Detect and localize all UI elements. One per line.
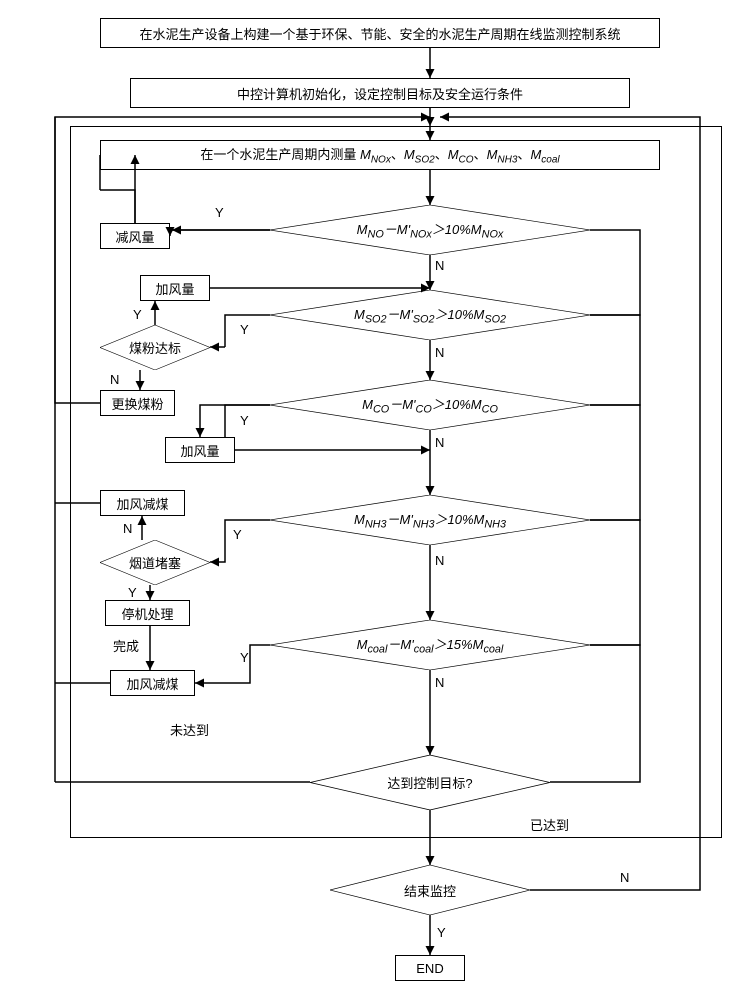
- text: 减风量: [115, 227, 154, 246]
- text: 在一个水泥生产周期内测量 MNOx、MSO2、MCO、MNH3、Mcoal: [200, 144, 559, 166]
- prefix: 在一个水泥生产周期内测量: [200, 147, 360, 162]
- box-reduce-air: 减风量: [100, 223, 170, 249]
- label-y-nh3: Y: [233, 527, 242, 542]
- label-y-co: Y: [240, 413, 249, 428]
- label-y-endmon: Y: [437, 925, 446, 940]
- decision-so2: MSO2－M'SO2＞10%MSO2: [270, 290, 590, 340]
- label-y-coalstd: Y: [133, 307, 142, 322]
- text: 结束监控: [404, 881, 456, 900]
- text: 煤粉达标: [129, 338, 181, 357]
- text: 加风减煤: [116, 494, 168, 513]
- text: 加风量: [155, 279, 194, 298]
- box-add-air-1: 加风量: [140, 275, 210, 301]
- label-n-endmon: N: [620, 870, 629, 885]
- text: 烟道堵塞: [129, 553, 181, 572]
- box-end: END: [395, 955, 465, 981]
- label-y-so2: Y: [240, 322, 249, 337]
- box-measure: 在一个水泥生产周期内测量 MNOx、MSO2、MCO、MNH3、Mcoal: [100, 140, 660, 170]
- text: 达到控制目标?: [387, 773, 472, 792]
- decision-coal-standard: 煤粉达标: [100, 325, 210, 370]
- decision-target: 达到控制目标?: [310, 755, 550, 810]
- text: 更换煤粉: [111, 394, 163, 413]
- label-y-coal: Y: [240, 650, 249, 665]
- label-reached: 已达到: [530, 815, 569, 834]
- box-add-air-reduce-coal-2: 加风减煤: [110, 670, 195, 696]
- text: END: [416, 961, 443, 976]
- text: 加风减煤: [126, 674, 178, 693]
- decision-nh3: MNH3－M'NH3＞10%MNH3: [270, 495, 590, 545]
- label-n-coal: N: [435, 675, 444, 690]
- text: MCO－M'CO＞10%MCO: [362, 394, 498, 416]
- box-build-system: 在水泥生产设备上构建一个基于环保、节能、安全的水泥生产周期在线监测控制系统: [100, 18, 660, 48]
- box-add-air-2: 加风量: [165, 437, 235, 463]
- label-done: 完成: [113, 636, 139, 655]
- box-add-air-reduce-coal-1: 加风减煤: [100, 490, 185, 516]
- box-change-coal: 更换煤粉: [100, 390, 175, 416]
- label-n-coalstd: N: [110, 372, 119, 387]
- label-n-nh3: N: [435, 553, 444, 568]
- label-y1: Y: [215, 205, 224, 220]
- text: MNO－M'NOx＞10%MNOx: [357, 219, 504, 241]
- decision-co: MCO－M'CO＞10%MCO: [270, 380, 590, 430]
- label-n-co: N: [435, 435, 444, 450]
- text: 停机处理: [121, 604, 173, 623]
- text: 中控计算机初始化，设定控制目标及安全运行条件: [237, 84, 523, 103]
- decision-flue-blocked: 烟道堵塞: [100, 540, 210, 585]
- label-n-so2: N: [435, 345, 444, 360]
- box-init: 中控计算机初始化，设定控制目标及安全运行条件: [130, 78, 630, 108]
- decision-coal: Mcoal－M'coal＞15%Mcoal: [270, 620, 590, 670]
- label-n-flue: N: [123, 521, 132, 536]
- text: MSO2－M'SO2＞10%MSO2: [354, 304, 506, 326]
- label-y-flue: Y: [128, 585, 137, 600]
- label-n1: N: [435, 258, 444, 273]
- decision-nox: MNO－M'NOx＞10%MNOx: [270, 205, 590, 255]
- text: 加风量: [180, 441, 219, 460]
- decision-end-monitor: 结束监控: [330, 865, 530, 915]
- text: 在水泥生产设备上构建一个基于环保、节能、安全的水泥生产周期在线监测控制系统: [139, 24, 620, 43]
- text: MNH3－M'NH3＞10%MNH3: [354, 509, 506, 531]
- text: Mcoal－M'coal＞15%Mcoal: [357, 634, 504, 656]
- box-stop-process: 停机处理: [105, 600, 190, 626]
- label-not-reached: 未达到: [170, 720, 209, 739]
